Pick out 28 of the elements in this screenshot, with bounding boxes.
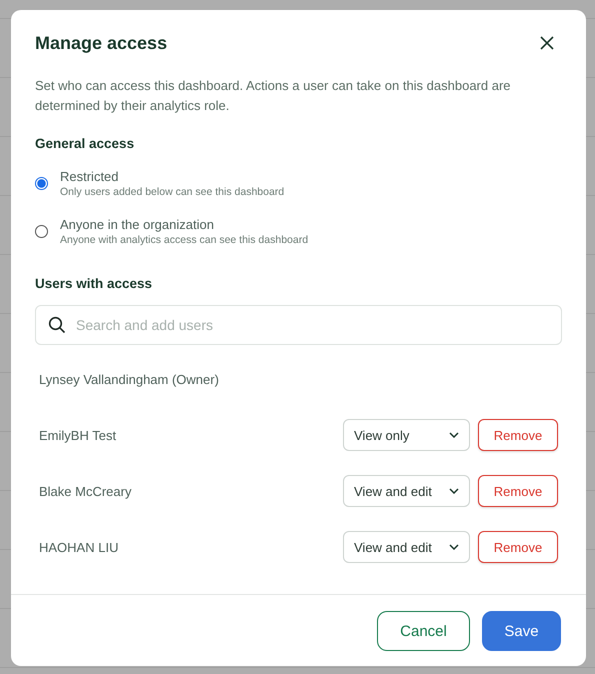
option-label: Anyone in the organization — [60, 216, 215, 233]
section-heading: General access — [35, 136, 136, 151]
role-dropdown[interactable]: View only — [343, 419, 470, 451]
radio-button[interactable] — [35, 225, 48, 238]
option-label: Restricted — [60, 168, 120, 185]
remove-button[interactable]: Remove — [478, 531, 558, 563]
search-field[interactable]: Search and add users — [35, 305, 562, 345]
dialog-title: Manage access — [35, 32, 168, 54]
remove-button[interactable]: Remove — [478, 475, 558, 507]
user-name: Blake McCreary — [39, 484, 132, 498]
remove-button[interactable]: Remove — [478, 419, 558, 451]
option-description: Anyone with analytics access can see this dashboard — [60, 233, 308, 247]
search-icon — [48, 316, 66, 334]
radio-button[interactable] — [35, 177, 48, 190]
section-heading: Users with access — [35, 276, 154, 291]
user-name: Lynsey Vallandingham (Owner) — [39, 372, 220, 387]
user-name: HAOHAN LIU — [39, 540, 120, 554]
dialog-description: Set who can access this dashboard. Actions a user can take on this dashboard are determined by their analytics role. — [35, 77, 512, 115]
user-name: EmilyBH Test — [39, 428, 118, 442]
close-icon — [540, 36, 554, 50]
cancel-button[interactable]: Cancel — [377, 611, 470, 651]
role-dropdown[interactable]: View and edit — [343, 531, 470, 563]
save-button[interactable]: Save — [482, 611, 561, 651]
role-dropdown[interactable]: View and edit — [343, 475, 470, 507]
chevron-down-icon — [449, 432, 459, 438]
chevron-down-icon — [449, 544, 459, 550]
option-description: Only users added below can see this dashboard — [60, 185, 284, 199]
chevron-down-icon — [449, 488, 459, 494]
